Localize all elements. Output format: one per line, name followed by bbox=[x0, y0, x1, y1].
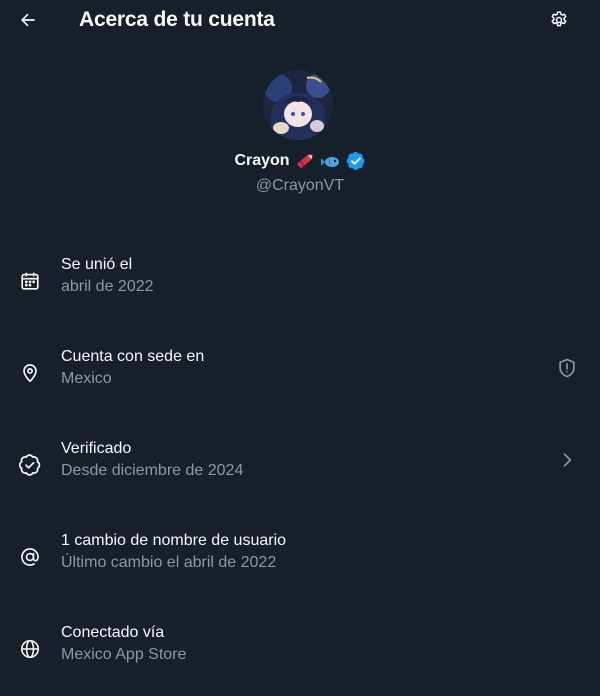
verified-check-icon bbox=[18, 453, 42, 477]
header: Acerca de tu cuenta bbox=[0, 0, 600, 40]
gear-icon bbox=[549, 10, 569, 30]
connected-via-row: Conectado vía Mexico App Store bbox=[0, 622, 600, 682]
crayon-emoji bbox=[294, 151, 316, 171]
avatar[interactable] bbox=[263, 70, 333, 140]
joined-title: Se unió el bbox=[61, 256, 133, 273]
chevron-right-icon[interactable] bbox=[555, 448, 579, 472]
username-changes-title: 1 cambio de nombre de usuario bbox=[61, 532, 287, 549]
profile-handle: @CrayonVT bbox=[255, 177, 345, 194]
display-name: Crayon bbox=[234, 152, 290, 169]
joined-row: Se unió el abril de 2022 bbox=[0, 254, 600, 314]
verified-value: Desde diciembre de 2024 bbox=[61, 462, 244, 479]
account-location-row: Cuenta con sede en Mexico bbox=[0, 346, 600, 406]
calendar-icon bbox=[18, 269, 42, 293]
fish-emoji bbox=[320, 151, 342, 171]
arrow-left-icon bbox=[18, 10, 38, 30]
location-pin-icon bbox=[18, 361, 42, 385]
username-changes-row: 1 cambio de nombre de usuario Último cam… bbox=[0, 530, 600, 590]
globe-icon bbox=[18, 637, 42, 661]
back-button[interactable] bbox=[12, 4, 44, 36]
connected-via-title: Conectado vía bbox=[61, 624, 165, 641]
verified-badge-icon bbox=[346, 151, 366, 171]
location-value: Mexico bbox=[61, 370, 112, 387]
page-title: Acerca de tu cuenta bbox=[79, 8, 275, 31]
verified-title: Verificado bbox=[61, 440, 132, 457]
at-sign-icon bbox=[18, 545, 42, 569]
about-account-page: Acerca de tu cuenta Crayon @CrayonVT Se … bbox=[0, 0, 600, 696]
location-title: Cuenta con sede en bbox=[61, 348, 205, 365]
profile-name-row: Crayon bbox=[0, 150, 600, 172]
joined-value: abril de 2022 bbox=[61, 278, 154, 295]
username-changes-value: Último cambio el abril de 2022 bbox=[61, 554, 277, 571]
shield-alert-icon[interactable] bbox=[555, 356, 579, 380]
verified-row[interactable]: Verificado Desde diciembre de 2024 bbox=[0, 438, 600, 498]
settings-button[interactable] bbox=[543, 4, 575, 36]
connected-via-value: Mexico App Store bbox=[61, 646, 187, 663]
